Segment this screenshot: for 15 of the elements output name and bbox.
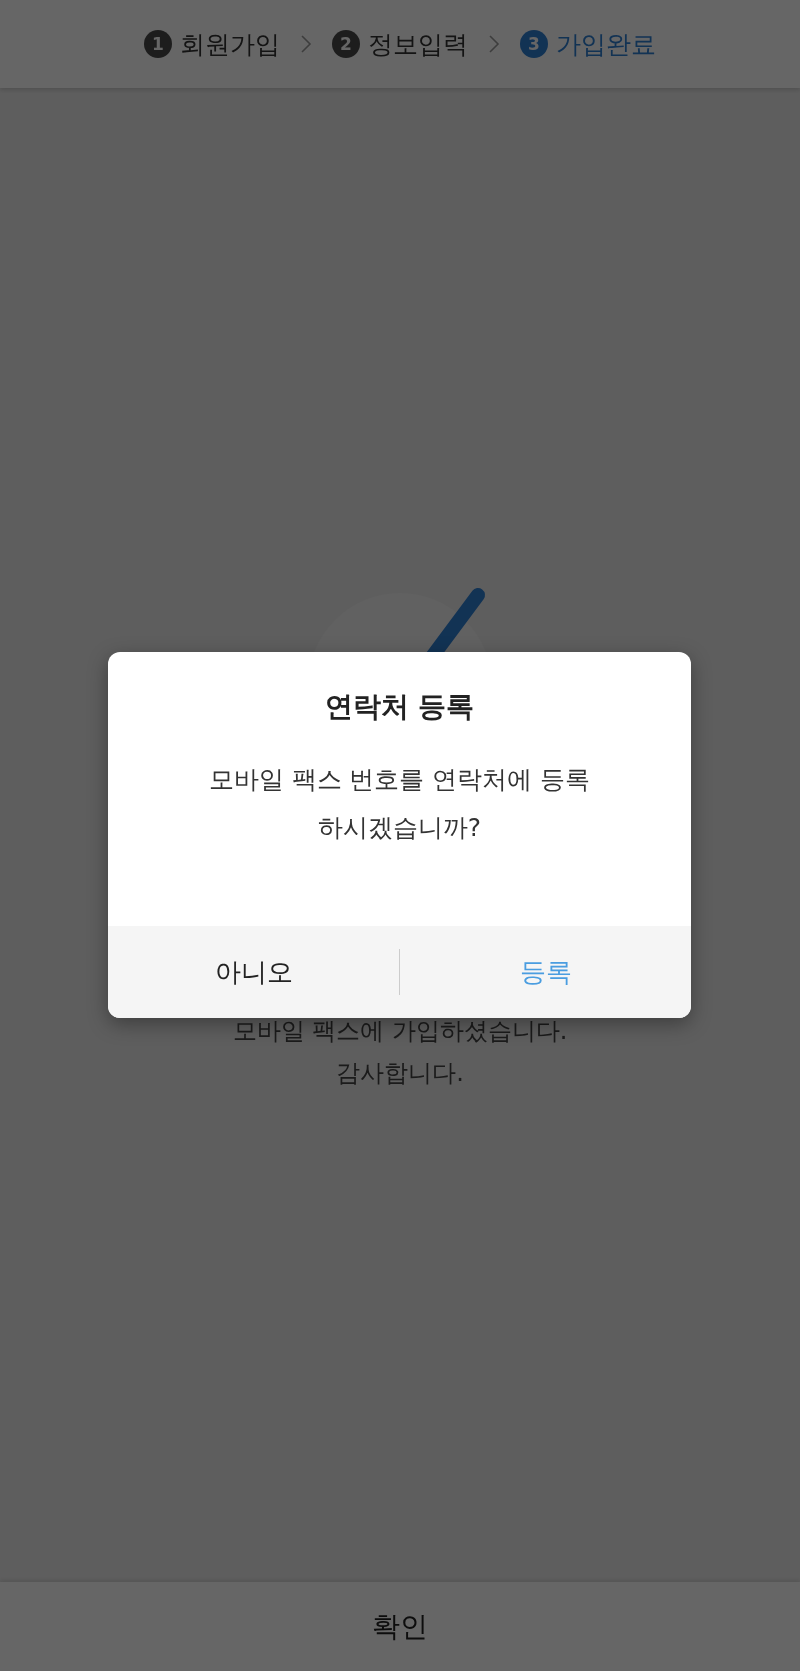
step-label: 가입완료: [556, 28, 656, 61]
chevron-icon: [488, 34, 500, 54]
register-button[interactable]: 등록: [400, 926, 691, 1018]
step-label: 회원가입: [180, 28, 280, 61]
chevron-icon: [300, 34, 312, 54]
step-number-badge: 3: [520, 30, 548, 58]
confirm-button[interactable]: 확인: [0, 1582, 800, 1671]
step-number-badge: 1: [144, 30, 172, 58]
dialog-message: 모바일 팩스 번호를 연락처에 등록 하시겠습니까?: [207, 764, 592, 844]
dialog-title: 연락처 등록: [323, 689, 476, 725]
cancel-button[interactable]: 아니오: [108, 926, 399, 1018]
message-text: 모바일 팩스에 가입하셨습니다.: [232, 1016, 568, 1047]
step-number-badge: 2: [332, 30, 360, 58]
message-text: 감사합니다.: [336, 1058, 464, 1089]
step-label: 정보입력: [368, 28, 468, 61]
